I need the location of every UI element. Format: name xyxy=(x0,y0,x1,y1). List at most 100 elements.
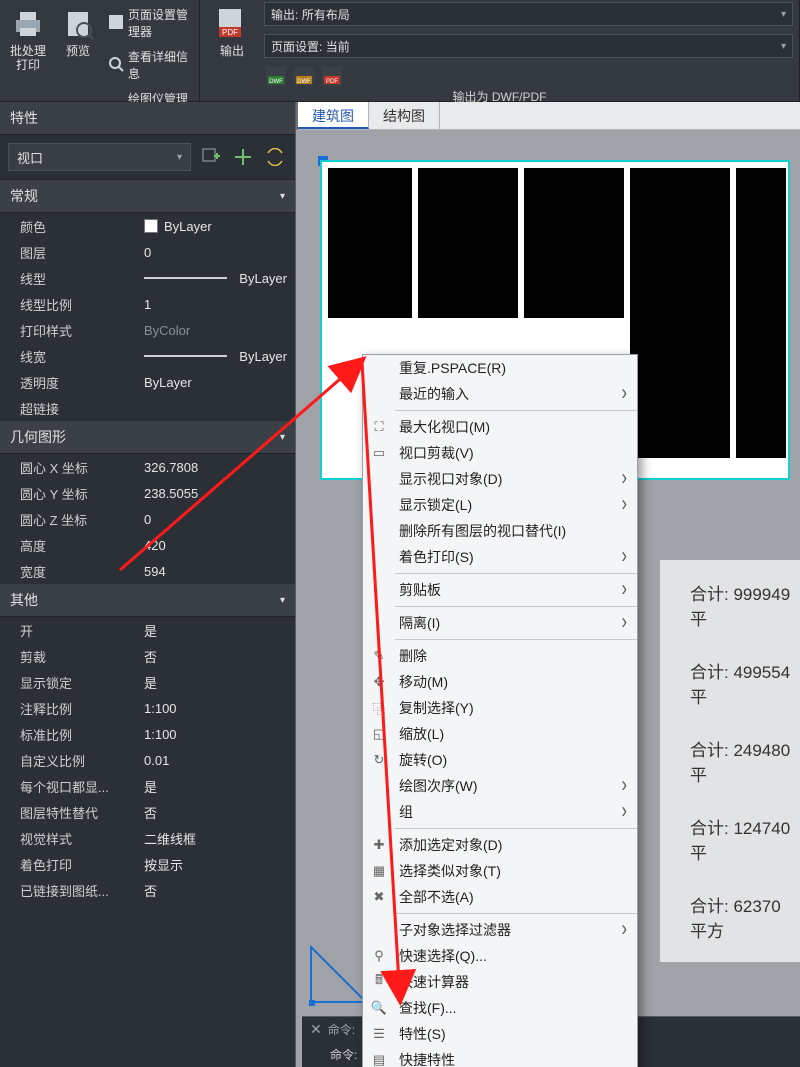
prop-plotstyle-value: ByColor xyxy=(136,317,295,343)
layout-tabs: 建筑图 结构图 xyxy=(298,102,800,130)
ctx-deselect-all[interactable]: ✖全部不选(A) xyxy=(363,884,637,910)
prop-cx-key: 圆心 X 坐标 xyxy=(0,454,136,480)
prop-transparency-value[interactable]: ByLayer xyxy=(136,369,295,395)
prop-shade-value[interactable]: 按显示 xyxy=(136,851,295,877)
ctx-maximize-viewport[interactable]: ⛶最大化视口(M) xyxy=(363,414,637,440)
ribbon: 批处理打印 预览 页面设置管理器 查看详细信息 绘图仪 xyxy=(0,0,800,102)
quick-select-button[interactable] xyxy=(263,145,287,169)
ctx-quickcalc[interactable]: 🖩快速计算器 xyxy=(363,969,637,995)
cmd-prompt: 命令: xyxy=(330,1046,357,1063)
prop-color-key: 颜色 xyxy=(0,213,136,239)
ctx-find[interactable]: 🔍查找(F)... xyxy=(363,995,637,1021)
prop-pervp-key: 每个视口都显... xyxy=(0,773,136,799)
ctx-erase[interactable]: ✎删除 xyxy=(363,643,637,669)
ctx-quick-properties[interactable]: ▤快捷特性 xyxy=(363,1047,637,1067)
export-pdf-icon[interactable]: PDF xyxy=(322,66,342,86)
pdf-icon: PDF xyxy=(214,6,250,42)
tab-architecture[interactable]: 建筑图 xyxy=(298,102,369,129)
prop-on-value[interactable]: 是 xyxy=(136,617,295,643)
page-setup-dropdown[interactable]: 页面设置: 当前 ▾ xyxy=(264,34,793,58)
output-layouts-dropdown[interactable]: 输出: 所有布局 ▾ xyxy=(264,2,793,26)
object-type-dropdown[interactable]: 视口 ▾ xyxy=(8,143,191,171)
prop-linked-value[interactable]: 否 xyxy=(136,877,295,903)
ctx-rotate[interactable]: ↻旋转(O) xyxy=(363,747,637,773)
output-dd-label: 输出: xyxy=(271,6,298,23)
ctx-del-layer-ov[interactable]: 删除所有图层的视口替代(I) xyxy=(363,518,637,544)
prop-ltscale-value[interactable]: 1 xyxy=(136,291,295,317)
ctx-scale[interactable]: ◱缩放(L) xyxy=(363,721,637,747)
ctx-copy-selection[interactable]: ⿻复制选择(Y) xyxy=(363,695,637,721)
prop-transparency-key: 透明度 xyxy=(0,369,136,395)
close-icon[interactable]: ✕ xyxy=(310,1021,322,1038)
properties-title: 特性 xyxy=(0,102,295,135)
ctx-select-similar[interactable]: ▦选择类似对象(T) xyxy=(363,858,637,884)
prop-linetype-value[interactable]: ByLayer xyxy=(136,265,295,291)
export-dwfx-icon[interactable]: DWF xyxy=(294,66,314,86)
svg-text:PDF: PDF xyxy=(222,28,238,37)
chevron-down-icon: ▾ xyxy=(781,41,786,52)
clip-icon: ▭ xyxy=(369,443,389,463)
prop-visual-key: 视觉样式 xyxy=(0,825,136,851)
prop-cz-value[interactable]: 0 xyxy=(136,506,295,532)
blank-icon xyxy=(369,776,389,796)
prop-annoscale-value[interactable]: 1:100 xyxy=(136,695,295,721)
prop-clip-value[interactable]: 否 xyxy=(136,643,295,669)
prop-pervp-value[interactable]: 是 xyxy=(136,773,295,799)
scale-icon: ◱ xyxy=(369,724,389,744)
ctx-clipboard[interactable]: 剪贴板 xyxy=(363,577,637,603)
prop-color-value[interactable]: ByLayer xyxy=(136,213,295,239)
prop-stdscale-key: 标准比例 xyxy=(0,721,136,747)
category-geometry[interactable]: 几何图形▾ xyxy=(0,421,295,454)
ctx-draw-order[interactable]: 绘图次序(W) xyxy=(363,773,637,799)
ctx-repeat[interactable]: 重复.PSPACE(R) xyxy=(363,355,637,381)
move-icon: ✥ xyxy=(369,672,389,692)
ctx-subobject-filter[interactable]: 子对象选择过滤器 xyxy=(363,917,637,943)
ctx-isolate[interactable]: 隔离(I) xyxy=(363,610,637,636)
erase-icon: ✎ xyxy=(369,646,389,666)
prop-width-key: 宽度 xyxy=(0,558,136,584)
prop-layerprop-value[interactable]: 否 xyxy=(136,799,295,825)
context-menu: 重复.PSPACE(R) 最近的输入 ⛶最大化视口(M) ▭视口剪裁(V) 显示… xyxy=(362,354,638,1067)
prop-stdscale-value[interactable]: 1:100 xyxy=(136,721,295,747)
toggle-pickadd-button[interactable] xyxy=(199,145,223,169)
prop-visual-value[interactable]: 二维线框 xyxy=(136,825,295,851)
ctx-quick-select[interactable]: ⚲快速选择(Q)... xyxy=(363,943,637,969)
page-setup-manager-button[interactable]: 页面设置管理器 xyxy=(106,4,193,42)
page-setup-label: 页面设置管理器 xyxy=(128,6,191,40)
quick-select-icon: ⚲ xyxy=(369,946,389,966)
prop-custscale-value[interactable]: 0.01 xyxy=(136,747,295,773)
ctx-group[interactable]: 组 xyxy=(363,799,637,825)
color-swatch-icon xyxy=(144,219,158,233)
prop-height-value[interactable]: 420 xyxy=(136,532,295,558)
prop-cy-value[interactable]: 238.5055 xyxy=(136,480,295,506)
view-details-button[interactable]: 查看详细信息 xyxy=(106,46,193,84)
tab-structure[interactable]: 结构图 xyxy=(369,102,440,129)
category-geometry-label: 几何图形 xyxy=(10,427,66,447)
prop-width-value[interactable]: 594 xyxy=(136,558,295,584)
total-row: 合计: 62370平方 xyxy=(690,892,794,942)
category-other[interactable]: 其他▾ xyxy=(0,584,295,617)
ctx-recent-input[interactable]: 最近的输入 xyxy=(363,381,637,407)
ctx-move[interactable]: ✥移动(M) xyxy=(363,669,637,695)
ctx-show-lock[interactable]: 显示锁定(L) xyxy=(363,492,637,518)
category-general[interactable]: 常规▾ xyxy=(0,180,295,213)
prop-on-key: 开 xyxy=(0,617,136,643)
blank-icon xyxy=(369,384,389,404)
select-objects-button[interactable] xyxy=(231,145,255,169)
prop-lineweight-value[interactable]: ByLayer xyxy=(136,343,295,369)
prop-cx-value[interactable]: 326.7808 xyxy=(136,454,295,480)
ctx-add-selected[interactable]: ✚添加选定对象(D) xyxy=(363,832,637,858)
totals-panel: 合计: 999949平 合计: 499554平 合计: 249480平 合计: … xyxy=(660,560,800,962)
prop-hyperlink-value[interactable] xyxy=(136,395,295,421)
select-similar-icon: ▦ xyxy=(369,861,389,881)
prop-layer-value[interactable]: 0 xyxy=(136,239,295,265)
blank-icon xyxy=(369,802,389,822)
output-button[interactable]: PDF 输出 xyxy=(206,2,258,86)
export-dwf-icon[interactable]: DWF xyxy=(266,66,286,86)
prop-displock-value[interactable]: 是 xyxy=(136,669,295,695)
ctx-show-vp-objects[interactable]: 显示视口对象(D) xyxy=(363,466,637,492)
ctx-properties[interactable]: ☰特性(S) xyxy=(363,1021,637,1047)
blank-icon xyxy=(369,613,389,633)
ctx-viewport-clip[interactable]: ▭视口剪裁(V) xyxy=(363,440,637,466)
ctx-shade-plot[interactable]: 着色打印(S) xyxy=(363,544,637,570)
